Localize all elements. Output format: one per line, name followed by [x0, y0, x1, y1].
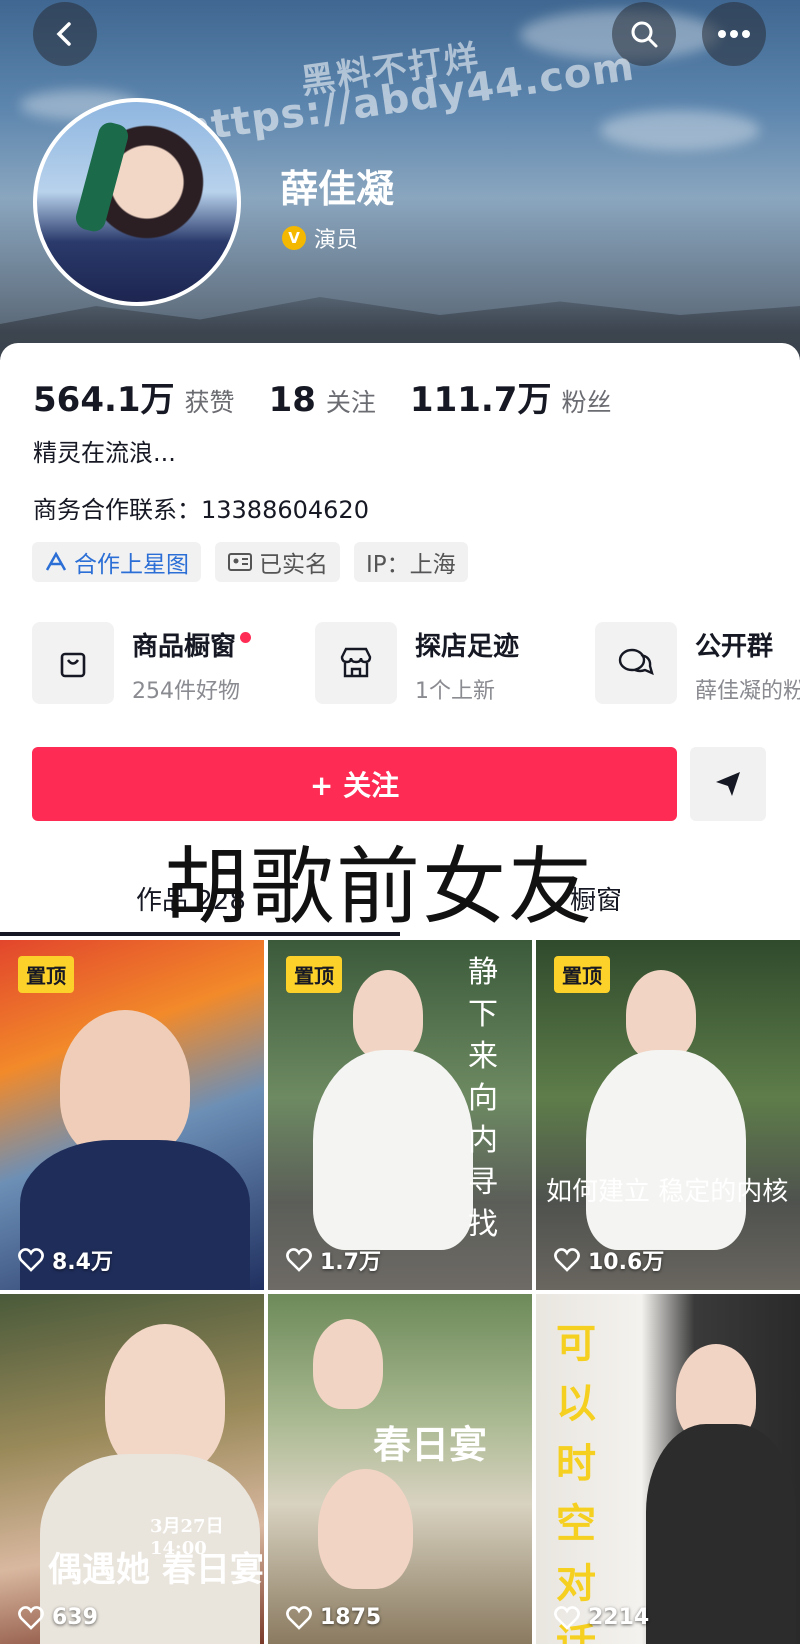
likes-label: 获赞 — [184, 388, 235, 417]
video-tile[interactable]: 可以 时空对话 2214 — [536, 1294, 800, 1644]
shortcut-store-visits[interactable]: 探店足迹 1个上新 — [315, 622, 519, 708]
video-tile[interactable]: 3月27日14:00 偶遇她 春日宴 639 — [0, 1294, 264, 1644]
share-button[interactable] — [690, 747, 766, 821]
shortcut-title: 探店足迹 — [415, 632, 520, 662]
thumbnail-face — [105, 1324, 225, 1474]
thumbnail-body — [646, 1424, 796, 1644]
thumbnail-caption: 静下来 向内寻找 — [468, 955, 498, 1242]
verified-label: 演员 — [314, 228, 359, 253]
thumbnail-body — [313, 1050, 473, 1250]
star-map-icon — [45, 551, 67, 571]
id-card-icon — [228, 553, 252, 571]
store-icon — [340, 647, 372, 678]
following-count[interactable]: 18 — [269, 380, 316, 420]
shortcut-title: 商品橱窗 — [132, 632, 237, 662]
shortcut-row: 商品橱窗 254件好物 探店足迹 1个上新 公开群 薛佳凝的粉 — [32, 622, 800, 708]
back-button[interactable] — [33, 2, 97, 66]
tag-label: 合作上星图 — [74, 552, 189, 578]
tag-row: 合作上星图 已实名 IP：上海 — [32, 542, 468, 582]
verified-row: V 演员 — [282, 222, 358, 254]
like-count-row: 10.6万 — [554, 1244, 664, 1276]
verified-badge-icon: V — [282, 226, 306, 250]
thumbnail-caption: 可以 时空对话 — [556, 1320, 596, 1644]
heart-icon — [286, 1605, 312, 1630]
heart-icon — [18, 1605, 44, 1630]
avatar-decoration — [73, 119, 131, 235]
tag-ip-location[interactable]: IP：上海 — [354, 542, 468, 582]
like-count-row: 2214 — [554, 1605, 649, 1630]
shortcut-subtitle: 薛佳凝的粉 — [695, 679, 800, 704]
shortcut-public-group[interactable]: 公开群 薛佳凝的粉 — [595, 622, 800, 708]
heart-icon — [554, 1605, 580, 1630]
shortcut-subtitle: 1个上新 — [415, 679, 495, 704]
like-count-row: 639 — [18, 1605, 98, 1630]
thumbnail-caption: 偶遇她 春日宴 — [48, 1550, 264, 1590]
like-count-row: 1.7万 — [286, 1244, 381, 1276]
video-tile[interactable]: 静下来 向内寻找 置顶 1.7万 — [268, 940, 532, 1290]
shopping-bag-icon — [60, 652, 86, 678]
send-arrow-icon — [716, 772, 740, 796]
more-dots-icon — [718, 30, 750, 38]
heart-icon — [286, 1248, 312, 1272]
shortcut-shop-window[interactable]: 商品橱窗 254件好物 — [32, 622, 252, 708]
stats-row: 564.1万 获赞 18 关注 111.7万 粉丝 — [33, 372, 645, 421]
more-button[interactable] — [702, 2, 766, 66]
like-count-row: 8.4万 — [18, 1244, 113, 1276]
like-count: 8.4万 — [52, 1250, 113, 1275]
video-tile[interactable]: 春日宴 1875 — [268, 1294, 532, 1644]
profile-name: 薛佳凝 — [280, 167, 395, 211]
pinned-badge: 置顶 — [554, 956, 610, 993]
follow-button[interactable]: + 关注 — [32, 747, 677, 821]
tag-label: IP：上海 — [366, 552, 456, 578]
like-count: 639 — [52, 1605, 98, 1630]
search-icon — [631, 21, 658, 48]
bio-contact: 商务合作联系：13388604620 — [33, 496, 369, 524]
thumbnail-caption: 如何建立 稳定的内核 — [546, 1177, 789, 1207]
followers-label: 粉丝 — [561, 388, 612, 417]
like-count-row: 1875 — [286, 1605, 381, 1630]
like-count: 2214 — [588, 1605, 650, 1630]
avatar[interactable] — [33, 98, 241, 306]
bio-line: 精灵在流浪... — [33, 439, 176, 467]
shortcut-subtitle: 254件好物 — [132, 679, 240, 704]
thumbnail-face — [353, 970, 423, 1060]
tag-star-map[interactable]: 合作上星图 — [32, 542, 201, 582]
like-count: 1.7万 — [320, 1250, 381, 1275]
chevron-left-icon — [56, 22, 71, 46]
thumbnail-body — [586, 1050, 746, 1250]
tag-label: 已实名 — [259, 552, 328, 578]
followers-count[interactable]: 111.7万 — [410, 372, 552, 421]
thumbnail-face — [626, 970, 696, 1060]
like-count: 1875 — [320, 1605, 382, 1630]
heart-icon — [18, 1248, 44, 1272]
video-tile[interactable]: 如何建立 稳定的内核 置顶 10.6万 — [536, 940, 800, 1290]
like-count: 10.6万 — [588, 1250, 665, 1275]
thumbnail-face — [60, 1010, 190, 1160]
shortcut-title: 公开群 — [695, 632, 774, 662]
overlay-caption: 胡歌前女友 — [164, 838, 595, 936]
chat-group-icon — [618, 648, 654, 676]
pinned-badge: 置顶 — [286, 956, 342, 993]
likes-count[interactable]: 564.1万 — [33, 372, 175, 421]
video-tile[interactable]: 置顶 8.4万 — [0, 940, 264, 1290]
tag-verified-id[interactable]: 已实名 — [215, 542, 340, 582]
cloud-decoration — [600, 110, 760, 150]
thumbnail-caption: 春日宴 — [373, 1422, 488, 1467]
notification-dot — [240, 632, 252, 643]
following-label: 关注 — [325, 388, 376, 417]
thumbnail-face — [313, 1319, 383, 1409]
thumbnail-face — [318, 1469, 413, 1589]
heart-icon — [554, 1248, 580, 1272]
pinned-badge: 置顶 — [18, 956, 74, 993]
